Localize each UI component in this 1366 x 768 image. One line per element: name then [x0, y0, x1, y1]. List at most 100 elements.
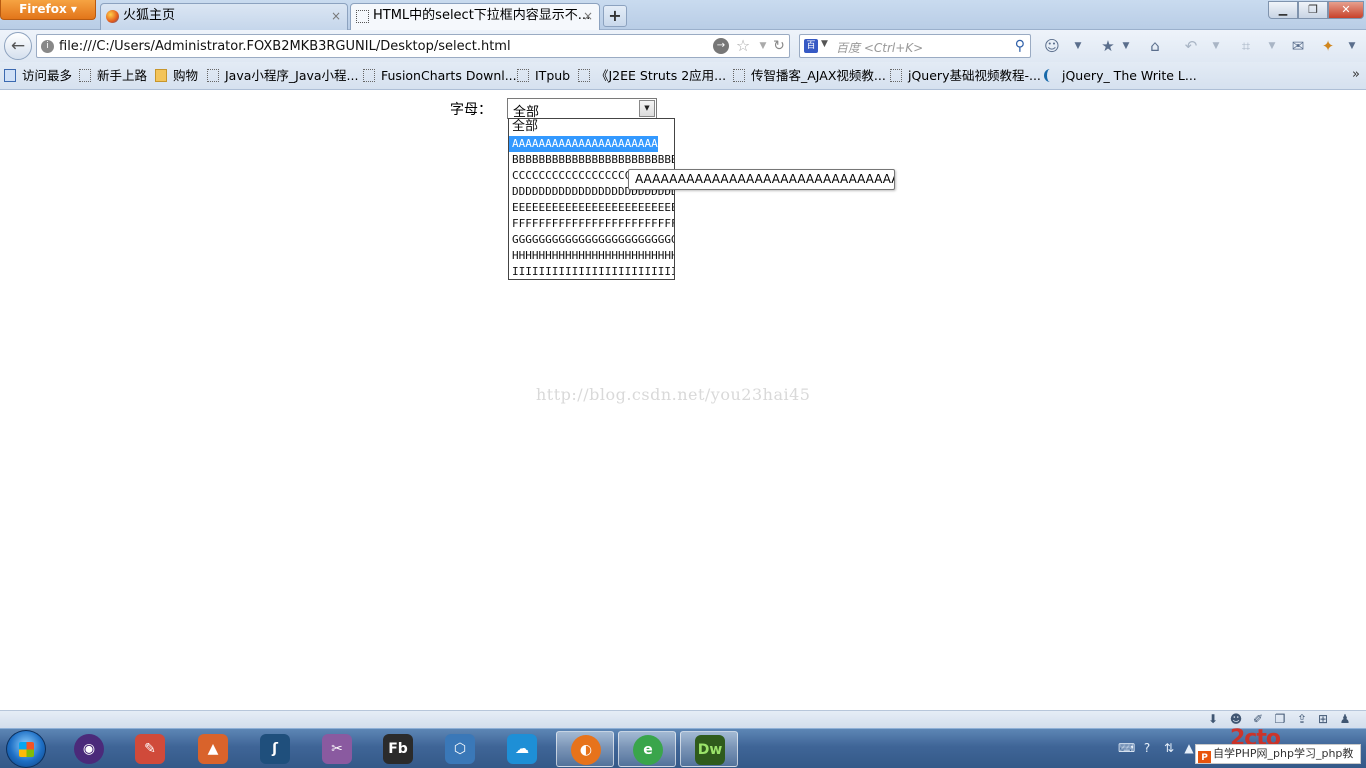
bookmark-label: Java小程序_Java小程... — [225, 68, 359, 83]
taskbar-app-cloud[interactable]: ☁ — [493, 731, 551, 767]
search-bar[interactable]: 百 ▼ 百度 <Ctrl+K> ⚲ — [799, 34, 1031, 58]
taskbar-app-firefox[interactable]: ◐ — [556, 731, 614, 767]
close-window-button[interactable]: ✕ — [1328, 1, 1364, 19]
bookmarks-overflow-icon[interactable]: » — [1352, 67, 1360, 82]
taskbar-app-eclipse[interactable]: ◉ — [60, 731, 118, 767]
start-button[interactable] — [6, 730, 46, 768]
blank-page-icon — [517, 69, 529, 82]
tab-title: 火狐主页 — [123, 8, 176, 23]
taskbar-app-dreamweaver[interactable]: Dw — [680, 731, 738, 767]
jquery-icon — [1044, 69, 1056, 82]
reload-icon[interactable]: ↻ — [771, 38, 787, 54]
select-option[interactable]: FFFFFFFFFFFFFFFFFFFFFFFFFFFFFFFF — [509, 216, 674, 232]
tab-firefox-home[interactable]: 火狐主页 × — [100, 3, 348, 30]
go-icon[interactable]: → — [713, 38, 729, 54]
blank-page-icon — [363, 69, 375, 82]
php-site-badge: P 自学PHP网_php学习_php教 — [1195, 744, 1361, 764]
bookmark-item[interactable]: ITpub — [517, 68, 570, 84]
crop-dropdown-icon[interactable]: ▼ — [1262, 36, 1282, 56]
taskbar-app-notepad[interactable]: ✎ — [121, 731, 179, 767]
firefox-favicon-icon — [106, 10, 119, 23]
blank-page-favicon-icon — [356, 10, 369, 23]
select-option[interactable]: IIIIIIIIIIIIIIIIIIIIIIIIIIIIIIII — [509, 264, 674, 279]
share-icon[interactable]: ⇪ — [1295, 712, 1309, 726]
letter-select[interactable]: 全部 ▼ — [507, 98, 657, 120]
bookmark-label: 购物 — [173, 68, 199, 83]
option-tooltip: AAAAAAAAAAAAAAAAAAAAAAAAAAAAAAAA — [628, 169, 895, 190]
search-icon[interactable]: ⚲ — [1015, 38, 1025, 54]
blank-page-icon — [578, 69, 590, 82]
url-bar[interactable]: i file:///C:/Users/Administrator.FOXB2MK… — [36, 34, 790, 58]
chat-icon[interactable]: ✉ — [1288, 36, 1308, 56]
brush-icon[interactable]: ✐ — [1251, 712, 1265, 726]
bookmark-label: jQuery_ The Write L... — [1062, 68, 1197, 83]
new-tab-button[interactable]: + — [603, 5, 627, 27]
select-option[interactable]: GGGGGGGGGGGGGGGGGGGGGGGGGGGGGGGG — [509, 232, 674, 248]
select-option[interactable]: 全部 — [509, 119, 674, 136]
keyboard-icon[interactable]: ⌨ — [1118, 741, 1135, 755]
matlab-icon: ▲ — [198, 734, 228, 764]
dreamweaver-icon: Dw — [695, 735, 725, 765]
addon-bar: ⬇ ☻ ✐ ❐ ⇪ ⊞ ♟ — [0, 710, 1366, 728]
show-hidden-icons-icon[interactable]: ▲ — [1182, 741, 1196, 755]
taskbar-app-ie[interactable]: e — [618, 731, 676, 767]
tab-title: HTML中的select下拉框内容显示不... — [373, 8, 591, 23]
bookmark-item[interactable]: jQuery基础视频教程-... — [890, 68, 1041, 84]
bookmark-label: 传智播客_AJAX视频教... — [751, 68, 886, 83]
blank-page-icon — [890, 69, 902, 82]
tab-close-icon[interactable]: × — [331, 4, 341, 28]
firefox-menu-button[interactable]: Firefox ▾ — [0, 0, 96, 20]
bookmark-folder[interactable]: 购物 — [155, 68, 198, 84]
network-icon[interactable]: ⇅ — [1162, 741, 1176, 755]
bookmarks-menu-icon[interactable]: ★ — [1098, 36, 1118, 56]
back-button[interactable]: ← — [4, 32, 32, 60]
addon-dropdown-icon[interactable]: ▼ — [1068, 36, 1088, 56]
baidu-engine-icon[interactable]: 百 — [804, 39, 818, 53]
bookmark-item[interactable]: 传智播客_AJAX视频教... — [733, 68, 886, 84]
bookmark-item[interactable]: Java小程序_Java小程... — [207, 68, 358, 84]
home-icon[interactable]: ⌂ — [1145, 36, 1165, 56]
select-option[interactable]: BBBBBBBBBBBBBBBBBBBBBBBBBBBBBBBB — [509, 152, 674, 168]
url-text[interactable]: file:///C:/Users/Administrator.FOXB2MKB3… — [59, 39, 511, 54]
taskbar-app-snipping[interactable]: ✂ — [308, 731, 366, 767]
undo-dropdown-icon[interactable]: ▼ — [1206, 36, 1226, 56]
extension-icon[interactable]: ✦ — [1318, 36, 1338, 56]
bookmark-item[interactable]: 访问最多 — [4, 68, 72, 84]
tab-strip: Firefox ▾ 火狐主页 × HTML中的select下拉框内容显示不...… — [0, 0, 1366, 30]
window-icon[interactable]: ❐ — [1273, 712, 1287, 726]
mask-icon[interactable]: ☻ — [1229, 712, 1243, 726]
add-box-icon[interactable]: ⊞ — [1316, 712, 1330, 726]
search-engine-dropdown-icon[interactable]: ▼ — [821, 39, 828, 49]
restore-button[interactable]: ❐ — [1298, 1, 1328, 19]
tab-close-icon[interactable]: × — [583, 4, 593, 28]
select-option[interactable]: EEEEEEEEEEEEEEEEEEEEEEEEEEEEEEEE — [509, 200, 674, 216]
search-input[interactable]: 百度 <Ctrl+K> — [836, 39, 923, 56]
bookmark-item[interactable]: 《J2EE Struts 2应用... — [578, 68, 726, 84]
addon-smiley-icon[interactable]: ☺ — [1042, 36, 1062, 56]
taskbar-app-sublime[interactable]: ʃ — [246, 731, 304, 767]
undo-icon[interactable]: ↶ — [1181, 36, 1201, 56]
bookmark-label: jQuery基础视频教程-... — [908, 68, 1041, 83]
crop-icon[interactable]: ⌗ — [1236, 36, 1256, 56]
flash-builder-icon: Fb — [383, 734, 413, 764]
url-history-dropdown-icon[interactable]: ▼ — [755, 38, 771, 54]
bookmarks-dropdown-icon[interactable]: ▼ — [1116, 36, 1136, 56]
user-icon[interactable]: ♟ — [1338, 712, 1352, 726]
bookmark-item[interactable]: 新手上路 — [79, 68, 147, 84]
bookmark-star-icon[interactable]: ☆ — [735, 38, 751, 54]
bookmark-item[interactable]: jQuery_ The Write L... — [1044, 68, 1197, 84]
help-icon[interactable]: ? — [1140, 741, 1154, 755]
blank-page-icon — [733, 69, 745, 82]
taskbar-app-virtualbox[interactable]: ⬡ — [431, 731, 489, 767]
bookmark-item[interactable]: FusionCharts Downl... — [363, 68, 517, 84]
taskbar-app-flash-builder[interactable]: Fb — [369, 731, 427, 767]
tab-select-html[interactable]: HTML中的select下拉框内容显示不... × — [350, 3, 600, 30]
select-option[interactable]: HHHHHHHHHHHHHHHHHHHHHHHHHHHHHHHH — [509, 248, 674, 264]
chevron-down-icon[interactable]: ▼ — [639, 100, 655, 117]
minimize-button[interactable]: ▁ — [1268, 1, 1298, 19]
taskbar-app-matlab[interactable]: ▲ — [184, 731, 242, 767]
select-option-highlighted[interactable]: AAAAAAAAAAAAAAAAAAAAAAAAAAAAAAAA — [509, 136, 658, 152]
site-identity-icon[interactable]: i — [41, 40, 54, 53]
download-icon[interactable]: ⬇ — [1206, 712, 1220, 726]
extension-dropdown-icon[interactable]: ▼ — [1342, 36, 1362, 56]
